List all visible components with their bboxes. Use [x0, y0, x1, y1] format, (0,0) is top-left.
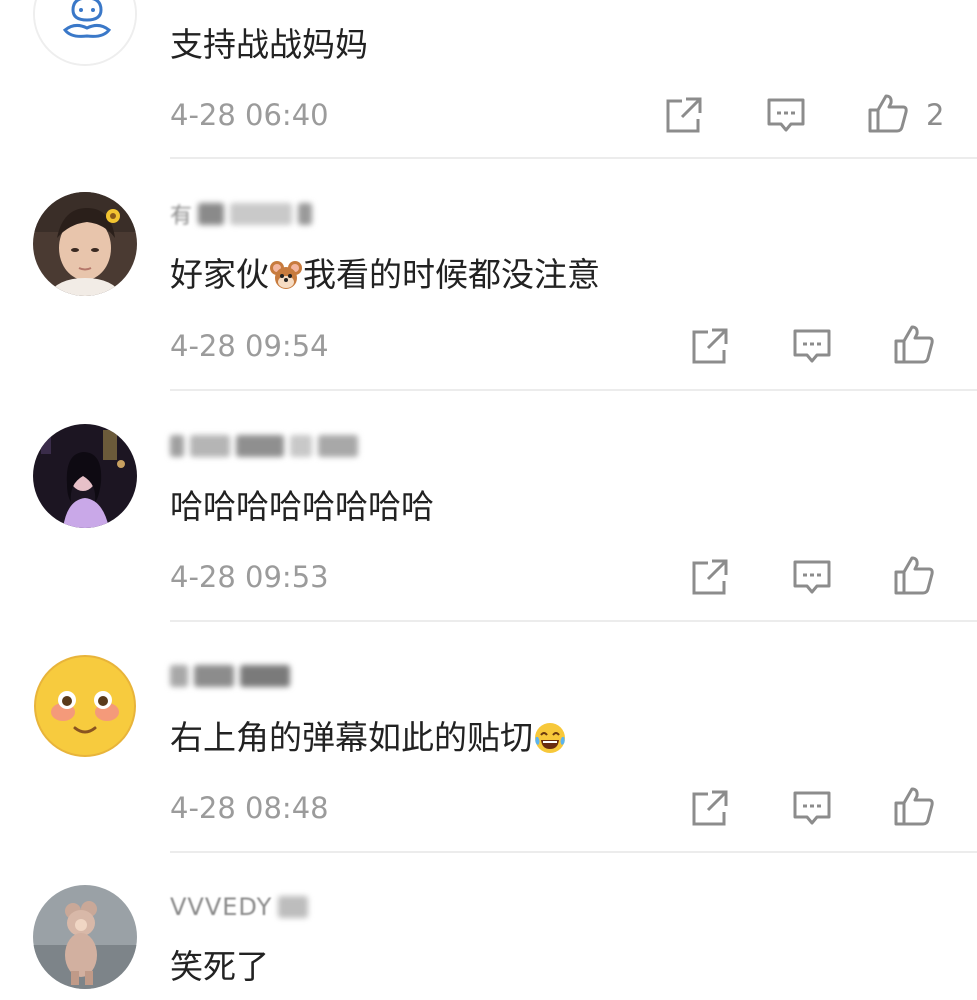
divider — [170, 389, 977, 391]
tears-of-joy-emoji-icon — [533, 721, 567, 755]
timestamp: 4-28 09:53 — [170, 560, 329, 594]
comment-icon — [767, 98, 805, 132]
thumbs-up-icon — [894, 325, 934, 364]
divider — [170, 157, 977, 159]
share-icon — [666, 97, 702, 133]
reply-button[interactable] — [790, 324, 834, 368]
redacted-username — [298, 203, 313, 225]
timestamp: 4-28 06:40 — [170, 98, 329, 132]
redacted-username — [236, 435, 284, 457]
reply-button[interactable] — [790, 786, 834, 830]
redacted-username — [170, 435, 184, 457]
username[interactable]: VVVEDY — [170, 893, 309, 921]
like-button[interactable] — [892, 322, 936, 366]
like-count: 2 — [926, 98, 945, 132]
timestamp: 4-28 08:48 — [170, 791, 329, 825]
comment-text: 笑死了 — [170, 947, 269, 986]
avatar[interactable] — [33, 0, 137, 66]
comment-text-part: 好家伙 — [170, 255, 269, 294]
redacted-username — [194, 665, 234, 687]
share-button[interactable] — [688, 786, 732, 830]
thumbs-up-icon — [894, 556, 934, 595]
comment-icon — [793, 329, 831, 363]
avatar[interactable] — [33, 424, 137, 528]
username-text: VVVEDY — [170, 893, 273, 921]
jerry-mouse-emoji-icon — [269, 258, 303, 292]
young-man-photo — [33, 192, 137, 296]
share-icon — [692, 790, 728, 826]
redacted-username — [240, 665, 290, 687]
like-button[interactable] — [892, 553, 936, 597]
share-icon — [692, 328, 728, 364]
comment-text-part: 我看的时候都没注意 — [303, 255, 600, 294]
avatar[interactable] — [33, 192, 137, 296]
like-button[interactable] — [866, 91, 910, 135]
avatar[interactable] — [33, 654, 137, 758]
redacted-username — [170, 665, 188, 687]
divider — [170, 620, 977, 622]
divider — [170, 851, 977, 853]
share-button[interactable] — [688, 555, 732, 599]
comment-text: 好家伙 我看的时候都没注意 — [170, 253, 600, 297]
reply-button[interactable] — [764, 93, 808, 137]
comment-text: 右上角的弹幕如此的贴切 — [170, 716, 567, 760]
thumbs-up-icon — [894, 787, 934, 826]
avatar[interactable] — [33, 885, 137, 989]
comment-icon — [793, 791, 831, 825]
child-in-bear-costume-photo — [33, 885, 137, 989]
redacted-username — [230, 203, 293, 225]
redacted-username — [198, 203, 225, 225]
share-icon — [692, 559, 728, 595]
redacted-username — [318, 435, 358, 457]
username-text: 有 — [170, 204, 193, 229]
like-button[interactable] — [892, 784, 936, 828]
redacted-username — [190, 435, 230, 457]
comment-text: 支持战战妈妈 — [170, 25, 368, 64]
blushing-face-emoji-icon — [33, 654, 137, 758]
comment-text-part: 右上角的弹幕如此的贴切 — [170, 718, 533, 757]
reply-button[interactable] — [790, 555, 834, 599]
bunny-icon — [35, 0, 135, 64]
username[interactable] — [170, 432, 358, 460]
username[interactable]: 有 — [170, 200, 313, 229]
comment-text: 哈哈哈哈哈哈哈哈 — [170, 487, 434, 526]
share-button[interactable] — [662, 93, 706, 137]
woman-night-photo — [33, 424, 137, 528]
redacted-username — [290, 435, 312, 457]
redacted-username — [278, 896, 309, 918]
username[interactable] — [170, 662, 290, 690]
thumbs-up-icon — [868, 94, 908, 133]
timestamp: 4-28 09:54 — [170, 329, 329, 363]
share-button[interactable] — [688, 324, 732, 368]
comment-icon — [793, 560, 831, 594]
